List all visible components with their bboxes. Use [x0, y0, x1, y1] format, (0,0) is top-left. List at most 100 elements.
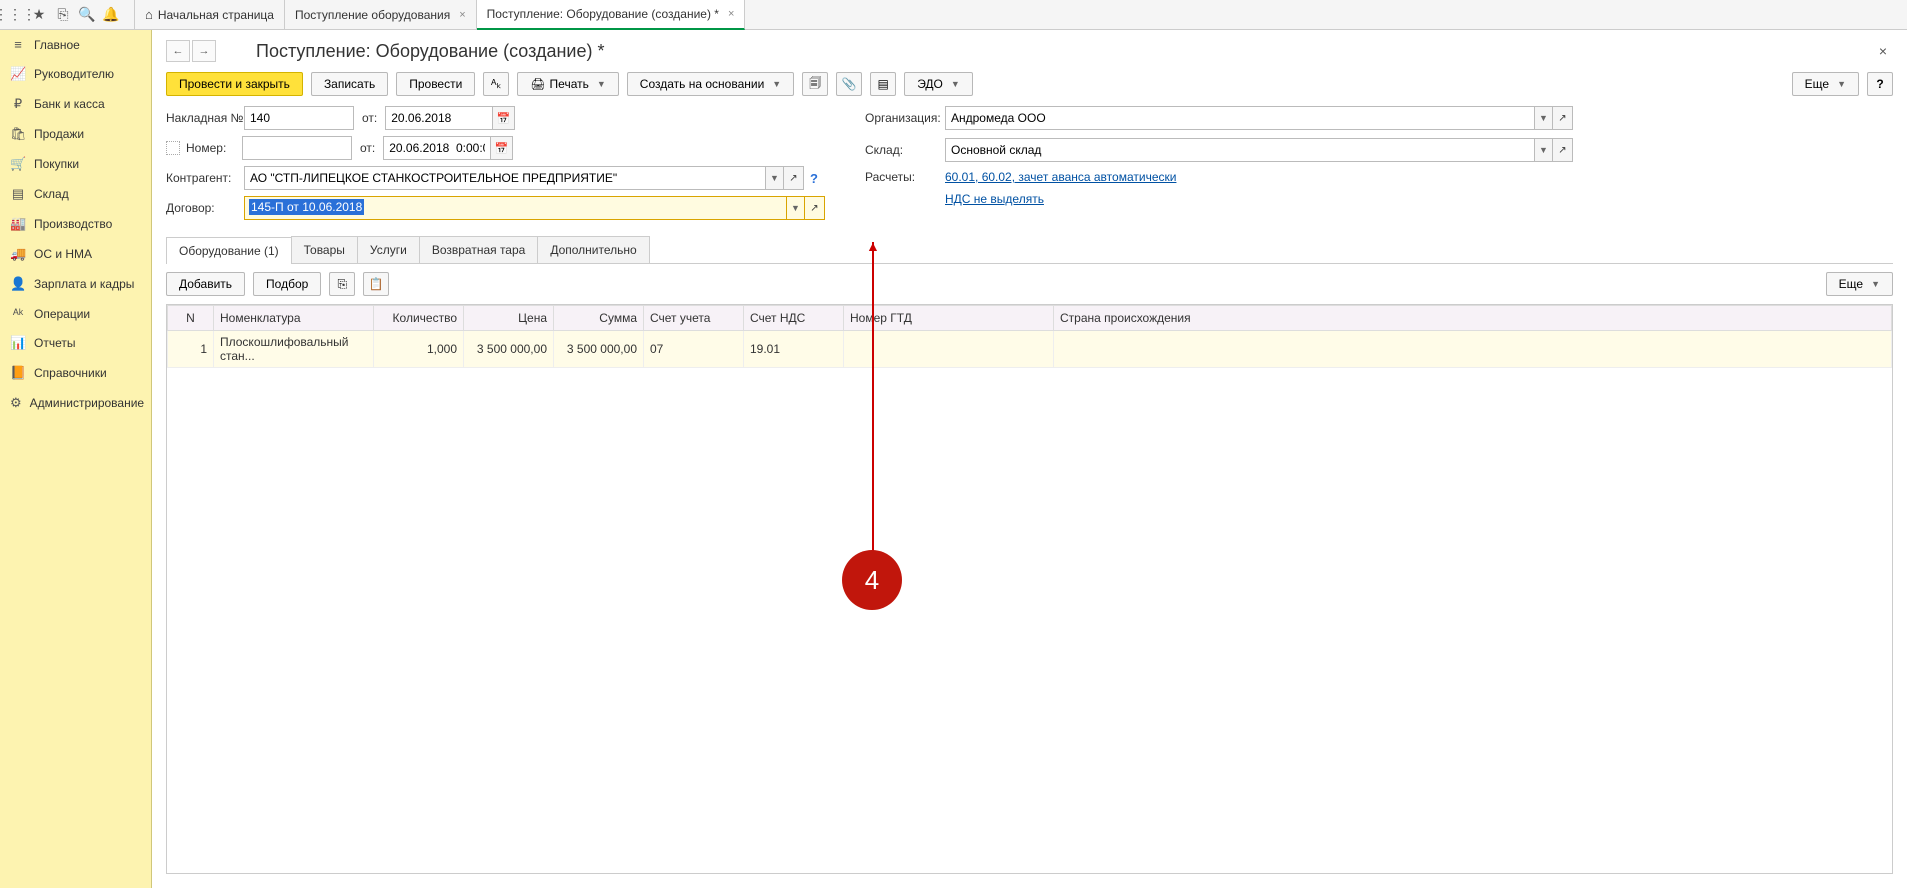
more-button[interactable]: Еще▼: [1792, 72, 1859, 96]
save-button[interactable]: Записать: [311, 72, 388, 96]
sidebar-item-main[interactable]: ≡Главное: [0, 30, 151, 59]
apps-icon[interactable]: ⋮⋮⋮: [6, 6, 24, 24]
col-nomenclature[interactable]: Номенклатура: [214, 306, 374, 331]
sidebar: ≡Главное 📈Руководителю ₽Банк и касса 🛍Пр…: [0, 30, 152, 888]
paste-icon: 📋: [369, 277, 384, 291]
org-input[interactable]: [945, 106, 1535, 130]
close-icon[interactable]: ×: [728, 8, 734, 20]
post-button[interactable]: Провести: [396, 72, 475, 96]
cell-sum[interactable]: 3 500 000,00: [554, 331, 644, 368]
cell-vat-account[interactable]: 19.01: [744, 331, 844, 368]
attach-button[interactable]: 📎: [836, 72, 862, 96]
sidebar-item-reports[interactable]: 📊Отчеты: [0, 328, 151, 358]
invoice-date-input[interactable]: [385, 106, 493, 130]
add-row-button[interactable]: Добавить: [166, 272, 245, 296]
dtkt-icon: ᴬᵏ: [10, 306, 26, 321]
sidebar-item-operations[interactable]: ᴬᵏОперации: [0, 299, 151, 328]
clip-icon: 📎: [842, 77, 857, 91]
chevron-down-icon: ▼: [1871, 279, 1880, 289]
sidebar-item-sales[interactable]: 🛍Продажи: [0, 119, 151, 149]
help-icon[interactable]: ?: [804, 171, 824, 186]
col-gtd[interactable]: Номер ГТД: [844, 306, 1054, 331]
col-n[interactable]: N: [168, 306, 214, 331]
bell-icon[interactable]: 🔔: [102, 6, 120, 24]
warehouse-input[interactable]: [945, 138, 1535, 162]
subtab-goods[interactable]: Товары: [291, 236, 358, 263]
sidebar-item-assets[interactable]: 🚚ОС и НМА: [0, 239, 151, 269]
tab-receipt-new[interactable]: Поступление: Оборудование (создание) * ×: [477, 0, 746, 30]
sidebar-label: Продажи: [34, 127, 84, 141]
open-icon[interactable]: ↗: [1553, 138, 1573, 162]
calendar-icon[interactable]: 📅: [491, 136, 513, 160]
sidebar-item-salary[interactable]: 👤Зарплата и кадры: [0, 269, 151, 299]
close-icon[interactable]: ×: [459, 9, 465, 21]
datetime-input[interactable]: [383, 136, 491, 160]
sidebar-item-manager[interactable]: 📈Руководителю: [0, 59, 151, 89]
subtab-equipment[interactable]: Оборудование (1): [166, 237, 292, 264]
system-icons: ⋮⋮⋮ ★ ⎘ 🔍 🔔: [0, 6, 126, 24]
tab-receipts-list[interactable]: Поступление оборудования ×: [285, 0, 477, 30]
chevron-down-icon[interactable]: ▼: [1535, 138, 1553, 162]
chevron-down-icon[interactable]: ▼: [787, 196, 805, 220]
open-icon[interactable]: ↗: [784, 166, 804, 190]
sidebar-item-purchases[interactable]: 🛒Покупки: [0, 149, 151, 179]
calc-link[interactable]: 60.01, 60.02, зачет аванса автоматически: [945, 170, 1176, 184]
paste-rows-button[interactable]: 📋: [363, 272, 389, 296]
sidebar-item-catalogs[interactable]: 📙Справочники: [0, 358, 151, 388]
col-account[interactable]: Счет учета: [644, 306, 744, 331]
search-icon[interactable]: 🔍: [78, 6, 96, 24]
cell-account[interactable]: 07: [644, 331, 744, 368]
dtkt-button[interactable]: ᴬₖ: [483, 72, 509, 96]
print-button[interactable]: 🖨Печать▼: [517, 72, 618, 96]
create-based-button[interactable]: Создать на основании▼: [627, 72, 794, 96]
annotation-badge: 4: [842, 550, 902, 610]
cell-nomenclature[interactable]: Плоскошлифовальный стан...: [214, 331, 374, 368]
col-vat-account[interactable]: Счет НДС: [744, 306, 844, 331]
report-button[interactable]: ▤: [870, 72, 896, 96]
nav-forward-button[interactable]: →: [192, 40, 216, 62]
pick-button[interactable]: Подбор: [253, 272, 321, 296]
col-sum[interactable]: Сумма: [554, 306, 644, 331]
sidebar-item-bank[interactable]: ₽Банк и касса: [0, 89, 151, 119]
contract-input[interactable]: [244, 196, 787, 220]
tab-home[interactable]: ⌂ Начальная страница: [134, 0, 285, 30]
cell-gtd[interactable]: [844, 331, 1054, 368]
chevron-down-icon[interactable]: ▼: [766, 166, 784, 190]
sidebar-item-production[interactable]: 🏭Производство: [0, 209, 151, 239]
number-input[interactable]: [242, 136, 352, 160]
col-qty[interactable]: Количество: [374, 306, 464, 331]
cell-qty[interactable]: 1,000: [374, 331, 464, 368]
structure-button[interactable]: 🗐: [802, 72, 828, 96]
table-more-button[interactable]: Еще▼: [1826, 272, 1893, 296]
table-toolbar: Добавить Подбор ⎘ 📋 Еще▼: [152, 264, 1907, 304]
calendar-icon[interactable]: 📅: [493, 106, 515, 130]
help-button[interactable]: ?: [1867, 72, 1893, 96]
subtab-services[interactable]: Услуги: [357, 236, 420, 263]
table-row[interactable]: 1 Плоскошлифовальный стан... 1,000 3 500…: [168, 331, 1892, 368]
post-and-close-button[interactable]: Провести и закрыть: [166, 72, 303, 96]
nav-back-button[interactable]: ←: [166, 40, 190, 62]
open-icon[interactable]: ↗: [805, 196, 825, 220]
vat-link[interactable]: НДС не выделять: [945, 192, 1044, 206]
contractor-input[interactable]: [244, 166, 766, 190]
equipment-table[interactable]: N Номенклатура Количество Цена Сумма Сче…: [166, 304, 1893, 874]
col-country[interactable]: Страна происхождения: [1054, 306, 1892, 331]
org-label: Организация:: [865, 111, 945, 125]
star-icon[interactable]: ★: [30, 6, 48, 24]
invoice-no-input[interactable]: [244, 106, 354, 130]
edo-button[interactable]: ЭДО▼: [904, 72, 973, 96]
open-icon[interactable]: ↗: [1553, 106, 1573, 130]
chevron-down-icon[interactable]: ▼: [1535, 106, 1553, 130]
sidebar-item-warehouse[interactable]: ▤Склад: [0, 179, 151, 209]
clip-icon[interactable]: ⎘: [54, 6, 72, 24]
copy-rows-button[interactable]: ⎘: [329, 272, 355, 296]
subtab-containers[interactable]: Возвратная тара: [419, 236, 539, 263]
subtab-additional[interactable]: Дополнительно: [537, 236, 649, 263]
cell-country[interactable]: [1054, 331, 1892, 368]
sidebar-item-admin[interactable]: ⚙Администрирование: [0, 388, 151, 418]
cell-n[interactable]: 1: [168, 331, 214, 368]
cell-price[interactable]: 3 500 000,00: [464, 331, 554, 368]
sidebar-label: Покупки: [34, 157, 79, 171]
col-price[interactable]: Цена: [464, 306, 554, 331]
close-page-button[interactable]: ×: [1873, 41, 1893, 61]
